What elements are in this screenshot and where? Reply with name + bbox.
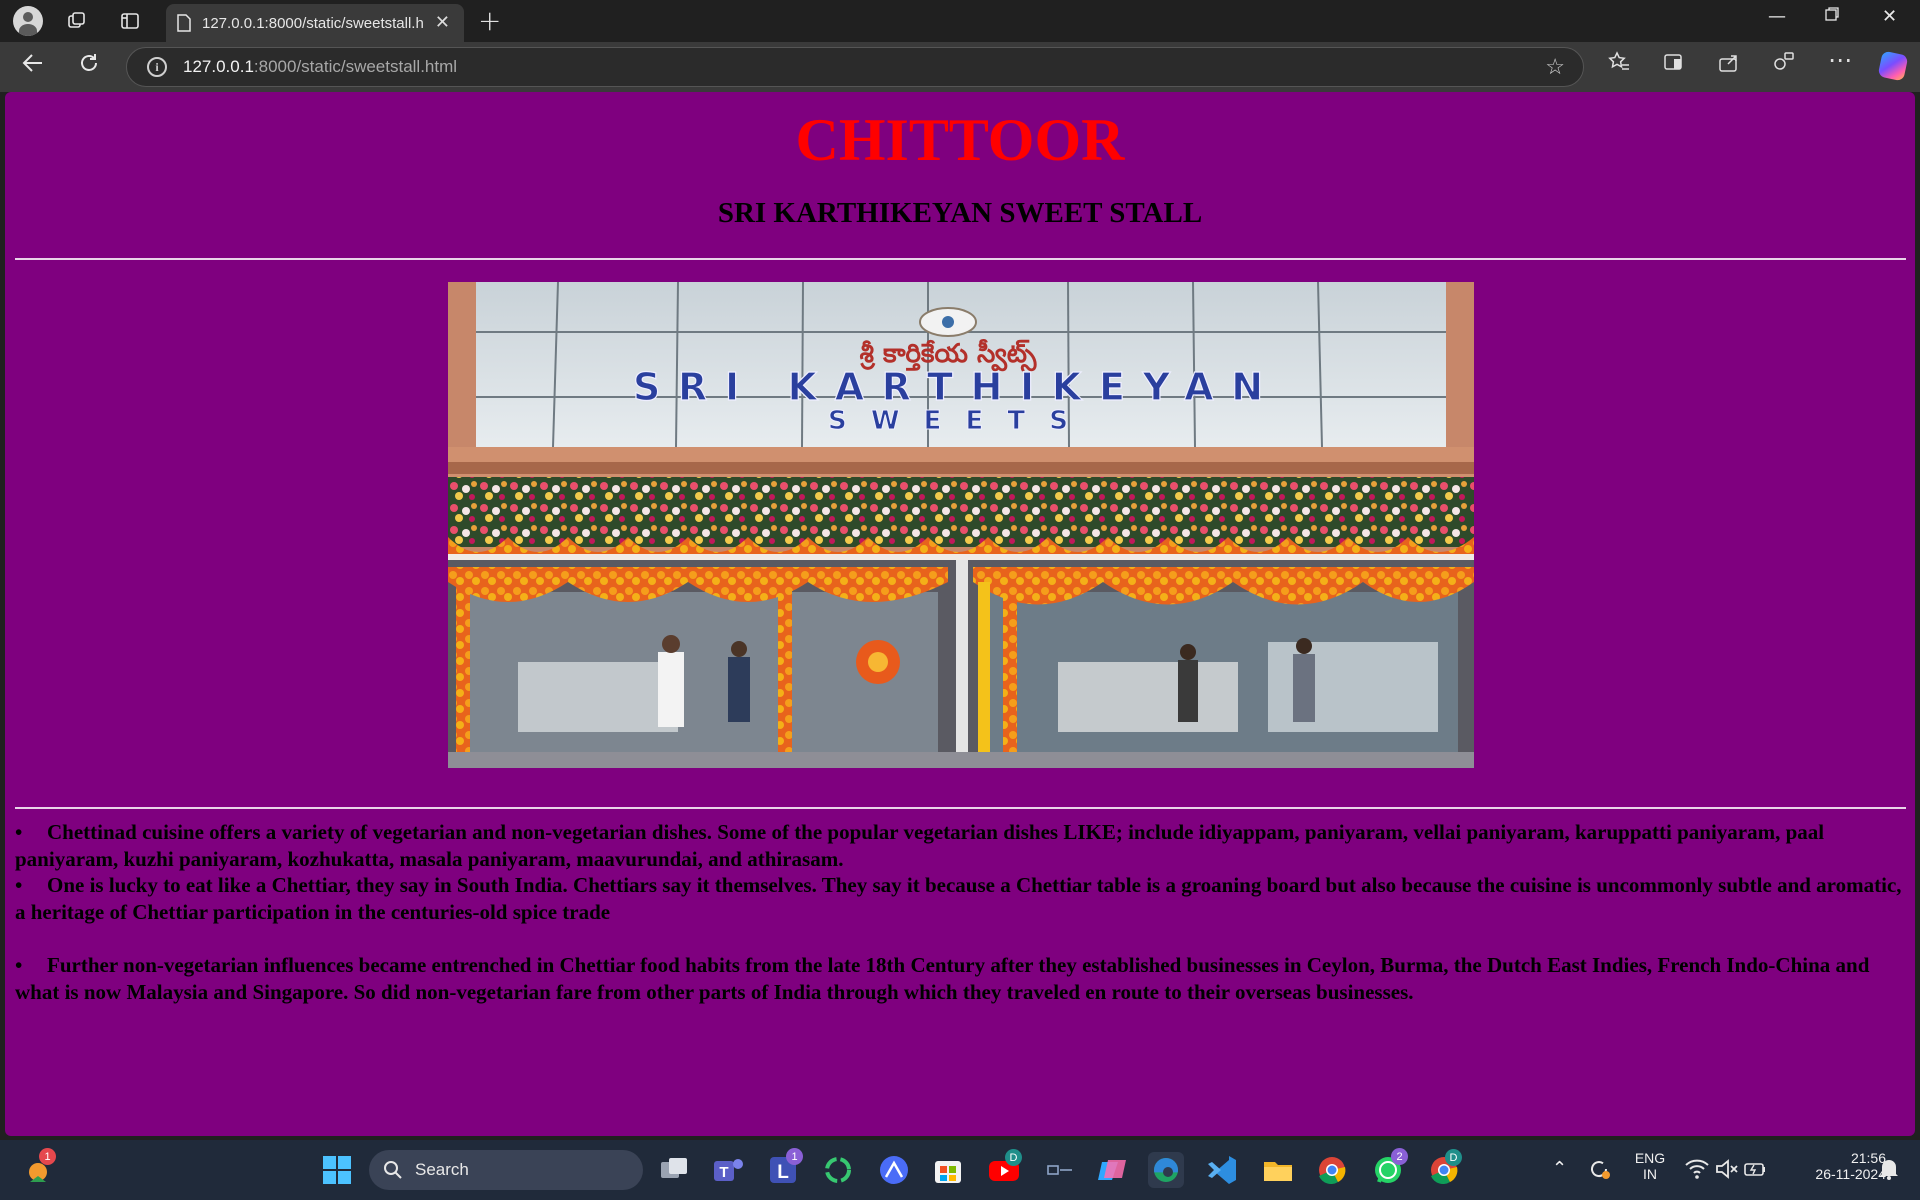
chrome-profile-badge: D	[1445, 1149, 1462, 1166]
notification-bell-icon[interactable]	[1876, 1156, 1902, 1182]
tray-chevron-icon[interactable]: ⌃	[1552, 1158, 1567, 1179]
share-icon[interactable]	[1718, 51, 1740, 79]
back-icon[interactable]	[22, 52, 44, 80]
horizontal-rule	[15, 807, 1906, 809]
content-text: • Chettinad cuisine offers a variety of v…	[15, 819, 1910, 1005]
sync-app-icon[interactable]	[820, 1152, 856, 1188]
search-icon	[384, 1161, 402, 1179]
browser-titlebar: 127.0.0.1:8000/static/sweetstall.ht ✕ + …	[0, 0, 1920, 42]
new-tab-button[interactable]: +	[478, 4, 501, 37]
taskbar: 1 Search T L 1 D 2 D ⌃ ENG IN 21:56 26-1…	[0, 1140, 1920, 1200]
tab-close-icon[interactable]: ✕	[435, 12, 450, 33]
profile-icon[interactable]	[13, 6, 43, 36]
browser-navbar: i 127.0.0.1 :8000/static/sweetstall.html…	[0, 42, 1920, 92]
bullet: •	[15, 873, 23, 897]
chrome-icon[interactable]	[1314, 1152, 1350, 1188]
bullet: •	[15, 953, 23, 977]
language-indicator[interactable]: ENG IN	[1630, 1150, 1670, 1182]
favorite-star-icon[interactable]: ☆	[1545, 54, 1565, 80]
search-label: Search	[415, 1160, 469, 1179]
teams-l-badge: 1	[786, 1148, 803, 1165]
bullet: •	[15, 820, 23, 844]
vertical-tabs-icon[interactable]	[110, 0, 150, 42]
horizontal-rule	[15, 258, 1906, 260]
workspaces-icon[interactable]	[57, 0, 97, 42]
sync-tray-icon[interactable]	[1584, 1154, 1614, 1184]
restore-icon[interactable]	[1824, 6, 1840, 27]
url-host: 127.0.0.1	[183, 57, 254, 76]
taskbar-search[interactable]: Search	[369, 1150, 643, 1190]
url-path: :8000/static/sweetstall.html	[253, 57, 458, 76]
svg-text:L: L	[777, 1162, 789, 1183]
clock[interactable]: 21:56 26-11-2024	[1782, 1150, 1886, 1182]
tab-title: 127.0.0.1:8000/static/sweetstall.ht	[202, 14, 424, 32]
file-explorer-icon[interactable]	[1260, 1152, 1296, 1188]
wifi-icon[interactable]	[1684, 1156, 1710, 1182]
page-heading: CHITTOOR	[795, 107, 1125, 173]
paragraph: • Chettinad cuisine offers a variety of v…	[15, 820, 1825, 871]
task-view-icon[interactable]	[656, 1152, 692, 1188]
widgets-badge: 1	[39, 1148, 56, 1165]
volume-muted-icon[interactable]	[1714, 1156, 1740, 1182]
teams-icon[interactable]: T	[710, 1152, 746, 1188]
store-photo: శ్రీ కార్తికేయ స్వీట్స్ SRI KARTHIKEYAN …	[448, 282, 1474, 768]
terminal-icon[interactable]	[1042, 1152, 1078, 1188]
favorites-icon[interactable]	[1608, 51, 1630, 79]
collections-icon[interactable]	[1663, 51, 1685, 79]
start-icon[interactable]	[319, 1152, 355, 1188]
battery-icon[interactable]	[1742, 1156, 1768, 1182]
page-viewport: CHITTOOR SRI KARTHIKEYAN SWEET STALL శ్ర…	[5, 92, 1915, 1136]
browser-tab[interactable]: 127.0.0.1:8000/static/sweetstall.ht ✕	[166, 4, 464, 42]
more-options-icon[interactable]: ⋯	[1828, 46, 1852, 74]
whatsapp-badge: 2	[1391, 1148, 1408, 1165]
svg-text:T: T	[719, 1164, 728, 1181]
copilot-taskbar-icon[interactable]	[1094, 1152, 1130, 1188]
extensions-icon[interactable]	[1773, 51, 1795, 79]
site-info-icon[interactable]: i	[147, 57, 167, 77]
edge-icon[interactable]	[1148, 1152, 1184, 1188]
paragraph: • One is lucky to eat like a Chettiar, th…	[15, 873, 1902, 924]
page-subheading: SRI KARTHIKEYAN SWEET STALL	[717, 197, 1203, 229]
paragraph: • Further non-vegetarian influences becam…	[15, 953, 1870, 1004]
refresh-icon[interactable]	[78, 52, 100, 80]
store-icon[interactable]	[930, 1152, 966, 1188]
minimize-icon[interactable]: —	[1768, 6, 1786, 27]
page-icon	[177, 14, 191, 32]
vscode-icon[interactable]	[1204, 1152, 1240, 1188]
close-window-icon[interactable]: ✕	[1882, 6, 1897, 27]
address-bar[interactable]: i 127.0.0.1 :8000/static/sweetstall.html…	[126, 47, 1584, 87]
youtube-badge: D	[1005, 1149, 1022, 1166]
arc-app-icon[interactable]	[876, 1152, 912, 1188]
